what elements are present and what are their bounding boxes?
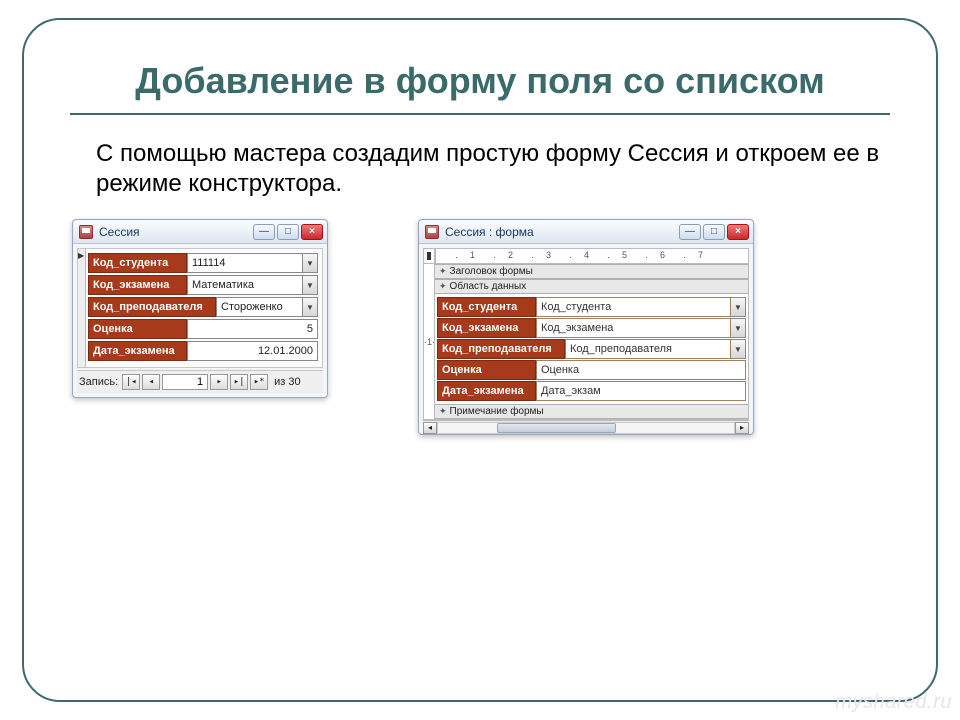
form-view-caption: Сессия: [99, 225, 140, 239]
form-field-row: Код_преподавателяСтороженко▼: [88, 297, 318, 317]
dropdown-button[interactable]: ▼: [303, 253, 318, 273]
scroll-left-button[interactable]: ◂: [423, 422, 437, 434]
field-label: Дата_экзамена: [88, 341, 187, 361]
design-view-window: Сессия : форма — □ × 1·2·3·4·5·6·7· ·1·2…: [418, 219, 754, 435]
form-icon: [425, 225, 439, 239]
ruler-tick: 1: [470, 250, 475, 260]
ruler-tick: 4: [584, 250, 589, 260]
close-button[interactable]: ×: [727, 224, 749, 240]
maximize-button[interactable]: □: [703, 224, 725, 240]
field-value[interactable]: 12.01.2000: [187, 341, 318, 361]
slide-frame: Добавление в форму поля со списком С пом…: [22, 18, 938, 702]
record-selector[interactable]: [78, 249, 86, 367]
field-value[interactable]: Стороженко: [216, 297, 303, 317]
title-divider: [70, 113, 890, 115]
section-detail[interactable]: ✦ Область данных: [435, 279, 748, 294]
form-field-row: Дата_экзамена12.01.2000: [88, 341, 318, 361]
section-marker-icon: ✦: [439, 406, 447, 417]
nav-last-button[interactable]: ▸|: [230, 374, 248, 390]
ruler-tick: 3: [546, 250, 551, 260]
scroll-right-button[interactable]: ▸: [735, 422, 749, 434]
design-textbox-control[interactable]: Код_преподавателя: [565, 339, 731, 359]
section-header-label: Заголовок формы: [450, 266, 533, 277]
section-marker-icon: ✦: [439, 281, 447, 292]
nav-first-button[interactable]: |◂: [122, 374, 140, 390]
design-label-control[interactable]: Код_студента: [437, 297, 536, 317]
nav-total: из 30: [274, 376, 300, 388]
design-textbox-control[interactable]: Код_студента: [536, 297, 731, 317]
nav-current-input[interactable]: [162, 374, 208, 390]
screenshots-row: Сессия — □ × Код_студента111114▼Код_экза…: [72, 219, 894, 435]
design-textbox-control[interactable]: Дата_экзам: [536, 381, 746, 401]
section-form-footer[interactable]: ✦ Примечание формы: [435, 404, 748, 419]
record-navigator: Запись: |◂ ◂ ▸ ▸| ▸* из 30: [77, 370, 323, 393]
field-label: Код_экзамена: [88, 275, 187, 295]
design-label-control[interactable]: Код_преподавателя: [437, 339, 565, 359]
horizontal-ruler: 1·2·3·4·5·6·7·: [435, 248, 749, 264]
nav-prev-button[interactable]: ◂: [142, 374, 160, 390]
minimize-button[interactable]: —: [253, 224, 275, 240]
form-selector[interactable]: [423, 248, 435, 264]
field-value[interactable]: 111114: [187, 253, 303, 273]
minimize-button[interactable]: —: [679, 224, 701, 240]
dropdown-button[interactable]: ▼: [303, 275, 318, 295]
horizontal-scrollbar[interactable]: ◂ ▸: [423, 420, 749, 434]
design-label-control[interactable]: Код_экзамена: [437, 318, 536, 338]
nav-label: Запись:: [79, 376, 118, 388]
dropdown-button[interactable]: ▼: [303, 297, 318, 317]
form-field-row: Код_студента111114▼: [88, 253, 318, 273]
form-field-row: Оценка5: [88, 319, 318, 339]
ruler-tick: 2: [508, 250, 513, 260]
maximize-button[interactable]: □: [277, 224, 299, 240]
design-field-row[interactable]: Код_преподавателяКод_преподавателя▼: [437, 339, 746, 359]
design-textbox-control[interactable]: Оценка: [536, 360, 746, 380]
slide-body: С помощью мастера создадим простую форму…: [96, 139, 894, 199]
nav-next-button[interactable]: ▸: [210, 374, 228, 390]
section-detail-label: Область данных: [450, 281, 527, 292]
dropdown-button[interactable]: ▼: [731, 318, 746, 338]
design-field-row[interactable]: Код_студентаКод_студента▼: [437, 297, 746, 317]
field-value[interactable]: Математика: [187, 275, 303, 295]
design-label-control[interactable]: Оценка: [437, 360, 536, 380]
scroll-thumb[interactable]: [497, 423, 615, 433]
vertical-ruler: ·1·2·3·: [423, 264, 435, 420]
form-field-row: Код_экзаменаМатематика▼: [88, 275, 318, 295]
section-footer-label: Примечание формы: [450, 406, 544, 417]
form-icon: [79, 225, 93, 239]
field-label: Код_студента: [88, 253, 187, 273]
ruler-tick: 7: [698, 250, 703, 260]
field-label: Код_преподавателя: [88, 297, 216, 317]
form-view-body: Код_студента111114▼Код_экзаменаМатематик…: [77, 248, 323, 368]
form-view-titlebar[interactable]: Сессия — □ ×: [73, 220, 327, 244]
nav-new-button[interactable]: ▸*: [250, 374, 268, 390]
dropdown-button[interactable]: ▼: [731, 339, 746, 359]
section-form-header[interactable]: ✦ Заголовок формы: [435, 264, 748, 279]
close-button[interactable]: ×: [301, 224, 323, 240]
ruler-tick: 6: [660, 250, 665, 260]
field-label: Оценка: [88, 319, 187, 339]
design-field-row[interactable]: Дата_экзаменаДата_экзам: [437, 381, 746, 401]
design-view-caption: Сессия : форма: [445, 225, 534, 239]
design-textbox-control[interactable]: Код_экзамена: [536, 318, 731, 338]
section-marker-icon: ✦: [439, 266, 447, 277]
scroll-track[interactable]: [437, 422, 735, 434]
design-field-row[interactable]: Код_экзаменаКод_экзамена▼: [437, 318, 746, 338]
slide-title: Добавление в форму поля со списком: [66, 60, 894, 101]
field-value[interactable]: 5: [187, 319, 318, 339]
design-view-titlebar[interactable]: Сессия : форма — □ ×: [419, 220, 753, 244]
watermark: myshared.ru: [835, 691, 952, 714]
design-canvas[interactable]: ✦ Заголовок формы ✦ Область данных Код_с…: [435, 264, 749, 420]
dropdown-button[interactable]: ▼: [731, 297, 746, 317]
design-field-row[interactable]: ОценкаОценка: [437, 360, 746, 380]
design-label-control[interactable]: Дата_экзамена: [437, 381, 536, 401]
form-view-window: Сессия — □ × Код_студента111114▼Код_экза…: [72, 219, 328, 398]
ruler-tick: 5: [622, 250, 627, 260]
